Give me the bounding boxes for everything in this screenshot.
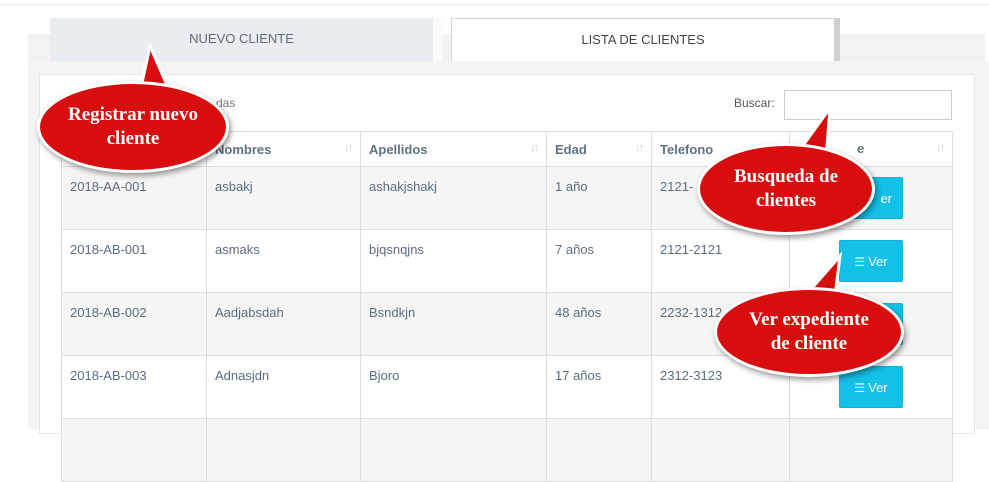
cell-codigo: 2018-AB-003 [61, 355, 207, 419]
sort-arrows-icon: ↓↑ [635, 142, 644, 154]
list-icon: ☰ [854, 381, 866, 395]
cell-apellidos: ashakjshakj [360, 166, 547, 230]
cell-telefono: 2121-2121 [651, 229, 790, 293]
ver-button-label: Ver [868, 380, 888, 395]
cell-apellidos: Bsndkjn [360, 292, 547, 356]
cell-codigo: 2018-AA-001 [61, 166, 207, 230]
callout-text: clientes [755, 190, 817, 211]
tab-lista-clientes[interactable]: LISTA DE CLIENTES [451, 18, 840, 61]
col-header-nombres[interactable]: Nombres ↓↑ [206, 131, 361, 167]
cell-nombres [206, 418, 361, 482]
col-header-edad[interactable]: Edad ↓↑ [546, 131, 652, 167]
sort-arrows-icon: ↓↑ [936, 142, 945, 154]
cell-edad: 1 año [546, 166, 652, 230]
cell-nombres: Aadjabsdah [206, 292, 361, 356]
cell-nombres: Adnasjdn [206, 355, 361, 419]
ver-button-label: Ver [868, 254, 888, 269]
cell-nombres: asmaks [206, 229, 361, 293]
col-header-label: e [857, 141, 865, 156]
callout-text: Registrar nuevo [68, 104, 198, 125]
cell-apellidos [360, 418, 547, 482]
callout-busqueda-clientes: Busqueda de clientes [697, 143, 875, 235]
col-header-label: Nombres [215, 141, 272, 157]
cell-edad: 48 años [546, 292, 652, 356]
search-label: Buscar: [734, 96, 775, 110]
callout-text: de cliente [770, 333, 848, 354]
table-row [61, 418, 953, 482]
callout-text: cliente [106, 128, 160, 149]
callout-text: Ver expediente [749, 309, 869, 330]
cell-codigo: 2018-AB-001 [61, 229, 207, 293]
sort-arrows-icon: ↓↑ [530, 142, 539, 154]
tab-nuevo-cliente[interactable]: NUEVO CLIENTE [50, 18, 443, 61]
callout-ver-expediente: Ver expediente de cliente [714, 287, 904, 377]
cell-apellidos: Bjoro [360, 355, 547, 419]
cell-accion [789, 418, 953, 482]
cell-apellidos: bjqsnqjns [360, 229, 547, 293]
col-header-apellidos[interactable]: Apellidos ↓↑ [360, 131, 547, 167]
col-header-label: Telefono [660, 141, 714, 157]
callout-text: Busqueda de [733, 166, 839, 187]
cell-codigo: 2018-AB-002 [61, 292, 207, 356]
sort-arrows-icon: ↓↑ [344, 142, 353, 154]
cell-edad [546, 418, 652, 482]
cell-edad: 7 años [546, 229, 652, 293]
cell-codigo [61, 418, 207, 482]
top-divider [0, 4, 989, 5]
ver-button-label: er [880, 191, 892, 206]
col-header-label: Edad [555, 141, 587, 157]
col-header-label: Apellidos [369, 141, 428, 157]
cell-nombres: asbakj [206, 166, 361, 230]
callout-registrar-cliente: Registrar nuevo cliente [37, 81, 229, 173]
cell-edad: 17 años [546, 355, 652, 419]
cell-telefono [651, 418, 790, 482]
